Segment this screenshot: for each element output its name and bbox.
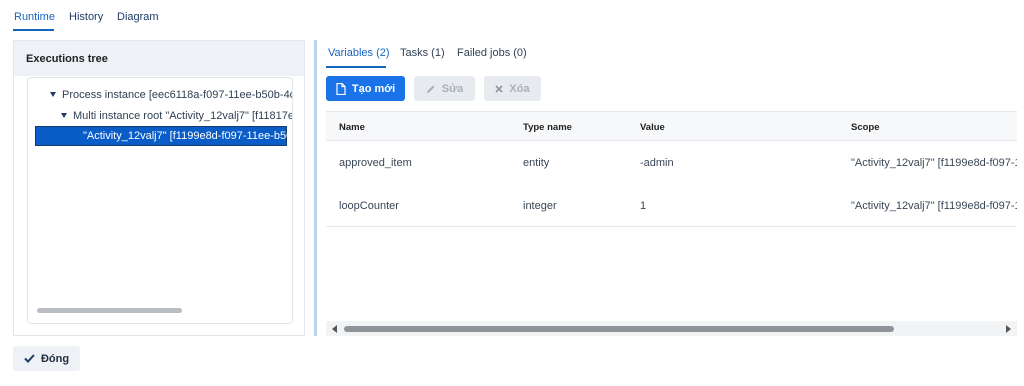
tree-node-multi-instance-root[interactable]: Multi instance root "Activity_12valj7" […: [28, 107, 293, 127]
close-icon: [495, 84, 503, 93]
scroll-right-icon[interactable]: [1006, 325, 1011, 333]
tree-node-label: Multi instance root "Activity_12valj7" […: [73, 110, 293, 122]
pencil-icon: [426, 85, 435, 93]
table-divider: [326, 226, 1017, 227]
panel-title: Executions tree: [26, 53, 108, 65]
executions-tree-panel: Executions tree Process instance [eec611…: [13, 40, 305, 336]
edit-button-label: Sửa: [441, 82, 464, 95]
tab-failed-jobs[interactable]: Failed jobs (0): [457, 47, 527, 59]
tree-horizontal-scrollbar[interactable]: [37, 308, 182, 313]
executions-tree-header: Executions tree: [14, 41, 304, 76]
cell-type: entity: [523, 157, 550, 169]
cell-value: 1: [640, 200, 647, 212]
cell-name: loopCounter: [339, 200, 399, 212]
table-row[interactable]: loopCounter integer 1 "Activity_12valj7"…: [326, 185, 1017, 228]
tab-diagram[interactable]: Diagram: [117, 11, 159, 23]
active-subtab-indicator: [326, 66, 386, 68]
top-tab-bar: Runtime History Diagram: [0, 0, 1024, 34]
tab-tasks[interactable]: Tasks (1): [400, 47, 445, 59]
scroll-left-icon[interactable]: [332, 325, 337, 333]
tab-variables[interactable]: Variables (2): [328, 47, 390, 59]
cell-scope: "Activity_12valj7" [f1199e8d-f097-11ee-b…: [851, 200, 1017, 212]
edit-button[interactable]: Sửa: [414, 76, 475, 101]
tree-node-activity[interactable]: "Activity_12valj7" [f1199e8d-f097-11ee-b…: [35, 126, 292, 146]
table-header: Name Type name Value Scope: [326, 111, 1017, 141]
cell-scope: "Activity_12valj7" [f1199e8d-f097-11ee-b…: [851, 157, 1017, 169]
close-button-label: Đóng: [40, 352, 70, 365]
delete-button-label: Xóa: [509, 82, 530, 95]
file-icon: [336, 82, 346, 95]
panel-splitter[interactable]: [314, 40, 317, 336]
caret-down-icon[interactable]: [61, 113, 67, 118]
table-horizontal-scrollbar[interactable]: [326, 321, 1017, 336]
variables-table: Name Type name Value Scope approved_item…: [326, 111, 1017, 231]
cell-value: -admin: [640, 157, 674, 169]
table-row[interactable]: approved_item entity -admin "Activity_12…: [326, 142, 1017, 185]
column-header-scope[interactable]: Scope: [851, 122, 880, 133]
close-button[interactable]: Đóng: [13, 346, 80, 371]
tab-runtime[interactable]: Runtime: [14, 11, 55, 23]
tab-history[interactable]: History: [69, 11, 103, 23]
checkmark-icon: [24, 354, 35, 363]
tree-node-label: Process instance [eec6118a-f097-11ee-b50…: [62, 89, 293, 101]
create-button-label: Tạo mới: [351, 82, 396, 95]
cell-name: approved_item: [339, 157, 412, 169]
cell-type: integer: [523, 200, 557, 212]
column-header-value[interactable]: Value: [640, 122, 665, 133]
scrollbar-thumb[interactable]: [344, 326, 894, 332]
column-header-name[interactable]: Name: [339, 122, 365, 133]
tree-node-process-instance[interactable]: Process instance [eec6118a-f097-11ee-b50…: [28, 86, 293, 106]
caret-down-icon[interactable]: [50, 92, 56, 97]
active-tab-indicator: [13, 29, 54, 31]
executions-tree[interactable]: Process instance [eec6118a-f097-11ee-b50…: [27, 77, 293, 324]
column-header-type[interactable]: Type name: [523, 122, 572, 133]
delete-button[interactable]: Xóa: [484, 76, 541, 101]
create-button[interactable]: Tạo mới: [326, 76, 405, 101]
tree-node-label: "Activity_12valj7" [f1199e8d-f097-11ee-b…: [83, 130, 293, 142]
